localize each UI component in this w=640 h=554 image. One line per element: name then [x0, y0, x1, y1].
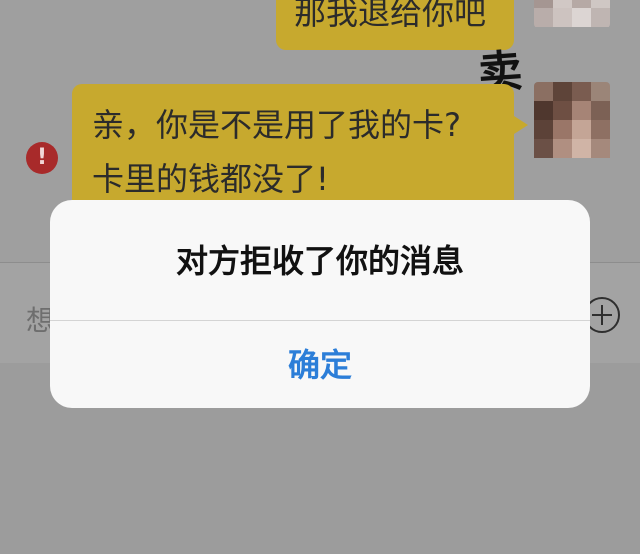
avatar[interactable] — [534, 82, 610, 162]
confirm-button[interactable]: 确定 — [50, 321, 590, 408]
send-failed-icon[interactable]: ! — [26, 142, 58, 174]
avatar[interactable] — [534, 0, 610, 28]
message-text-line-2: 卡里的钱都没了! — [92, 160, 329, 198]
chat-screen: 那我退给你吧 卖 ! 亲，你是不是用了我的卡? 卡里的钱都没了! 想 对方拒收了… — [0, 0, 640, 554]
message-text: 那我退给你吧 — [294, 0, 487, 32]
alert-message: 对方拒收了你的消息 — [175, 242, 464, 280]
alert-dialog: 对方拒收了你的消息 确定 — [50, 200, 590, 408]
message-text-line-1: 亲，你是不是用了我的卡? — [92, 106, 461, 144]
